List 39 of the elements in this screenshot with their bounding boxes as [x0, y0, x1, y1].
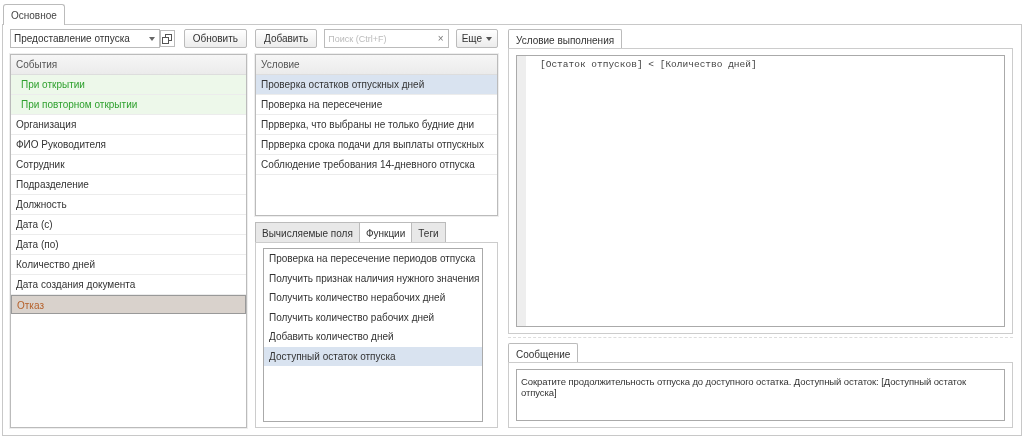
list-item[interactable]: Пррверка, что выбраны не только будние дни	[256, 115, 497, 135]
list-item[interactable]: Подразделение	[11, 175, 246, 195]
message-text: Сократите продолжительность отпуска до доступного остатка. Доступный остаток: [Доступный остаток отпуска]	[521, 376, 966, 398]
open-icon[interactable]	[159, 30, 175, 47]
code-line: [Остаток отпусков] < [Количество дней]	[539, 58, 757, 72]
list-item[interactable]: Пррверка срока подачи для выплаты отпускных	[256, 135, 497, 155]
list-item[interactable]: Количество дней	[11, 255, 246, 275]
list-item[interactable]: Сотрудник	[11, 155, 246, 175]
caret-icon	[486, 36, 492, 41]
list-item[interactable]: Проверка на пересечение	[256, 95, 497, 115]
add-button[interactable]: Добавить	[255, 29, 318, 48]
tab[interactable]: Вычисляемые поля	[255, 222, 360, 242]
list-item[interactable]: Дата (по)	[11, 235, 246, 255]
tab[interactable]: Функции	[358, 222, 413, 242]
column-header: События	[11, 55, 246, 75]
list-item[interactable]: Должность	[11, 195, 246, 215]
refresh-button[interactable]: Обновить	[183, 29, 247, 48]
list-item[interactable]: Получить признак наличия нужного значения	[264, 268, 482, 288]
clear-button[interactable]: ×	[433, 33, 448, 44]
document-type-select[interactable]: Предоставление отпуска	[10, 29, 160, 48]
list-item[interactable]: Добавить количество дней	[264, 327, 482, 347]
tab[interactable]: Условие выполнения	[508, 29, 623, 48]
list-item[interactable]: Соблюдение требования 14-дневного отпуска	[256, 155, 497, 175]
message-field[interactable]: Сократите продолжительность отпуска до доступного остатка. Доступный остаток: [Доступный остаток отпуска]	[516, 369, 1005, 421]
column-header: Условие	[256, 55, 497, 75]
list-item[interactable]: Проверка остатков отпускных дней	[256, 75, 497, 95]
list-item[interactable]: ФИО Руководителя	[11, 135, 246, 155]
tab[interactable]: Основное	[3, 4, 65, 25]
list-item[interactable]: Организация	[11, 115, 246, 135]
list-item[interactable]: Доступный остаток отпуска	[264, 346, 482, 366]
list-item[interactable]: Получить количество рабочих дней	[264, 307, 482, 327]
tab[interactable]: Теги	[411, 222, 446, 242]
list-item[interactable]: Получить количество нерабочих дней	[264, 288, 482, 308]
tab[interactable]: Сообщение	[508, 343, 579, 362]
list-item[interactable]: Проверка на пересечение периодов отпуска	[264, 249, 482, 269]
list-item[interactable]: Дата (с)	[11, 215, 246, 235]
search-field[interactable]: Поиск (Ctrl+F) ×	[324, 29, 449, 48]
more-button[interactable]: Еще	[455, 29, 498, 48]
code-editor[interactable]: [Остаток отпусков] < [Количество дней]	[516, 55, 1005, 327]
